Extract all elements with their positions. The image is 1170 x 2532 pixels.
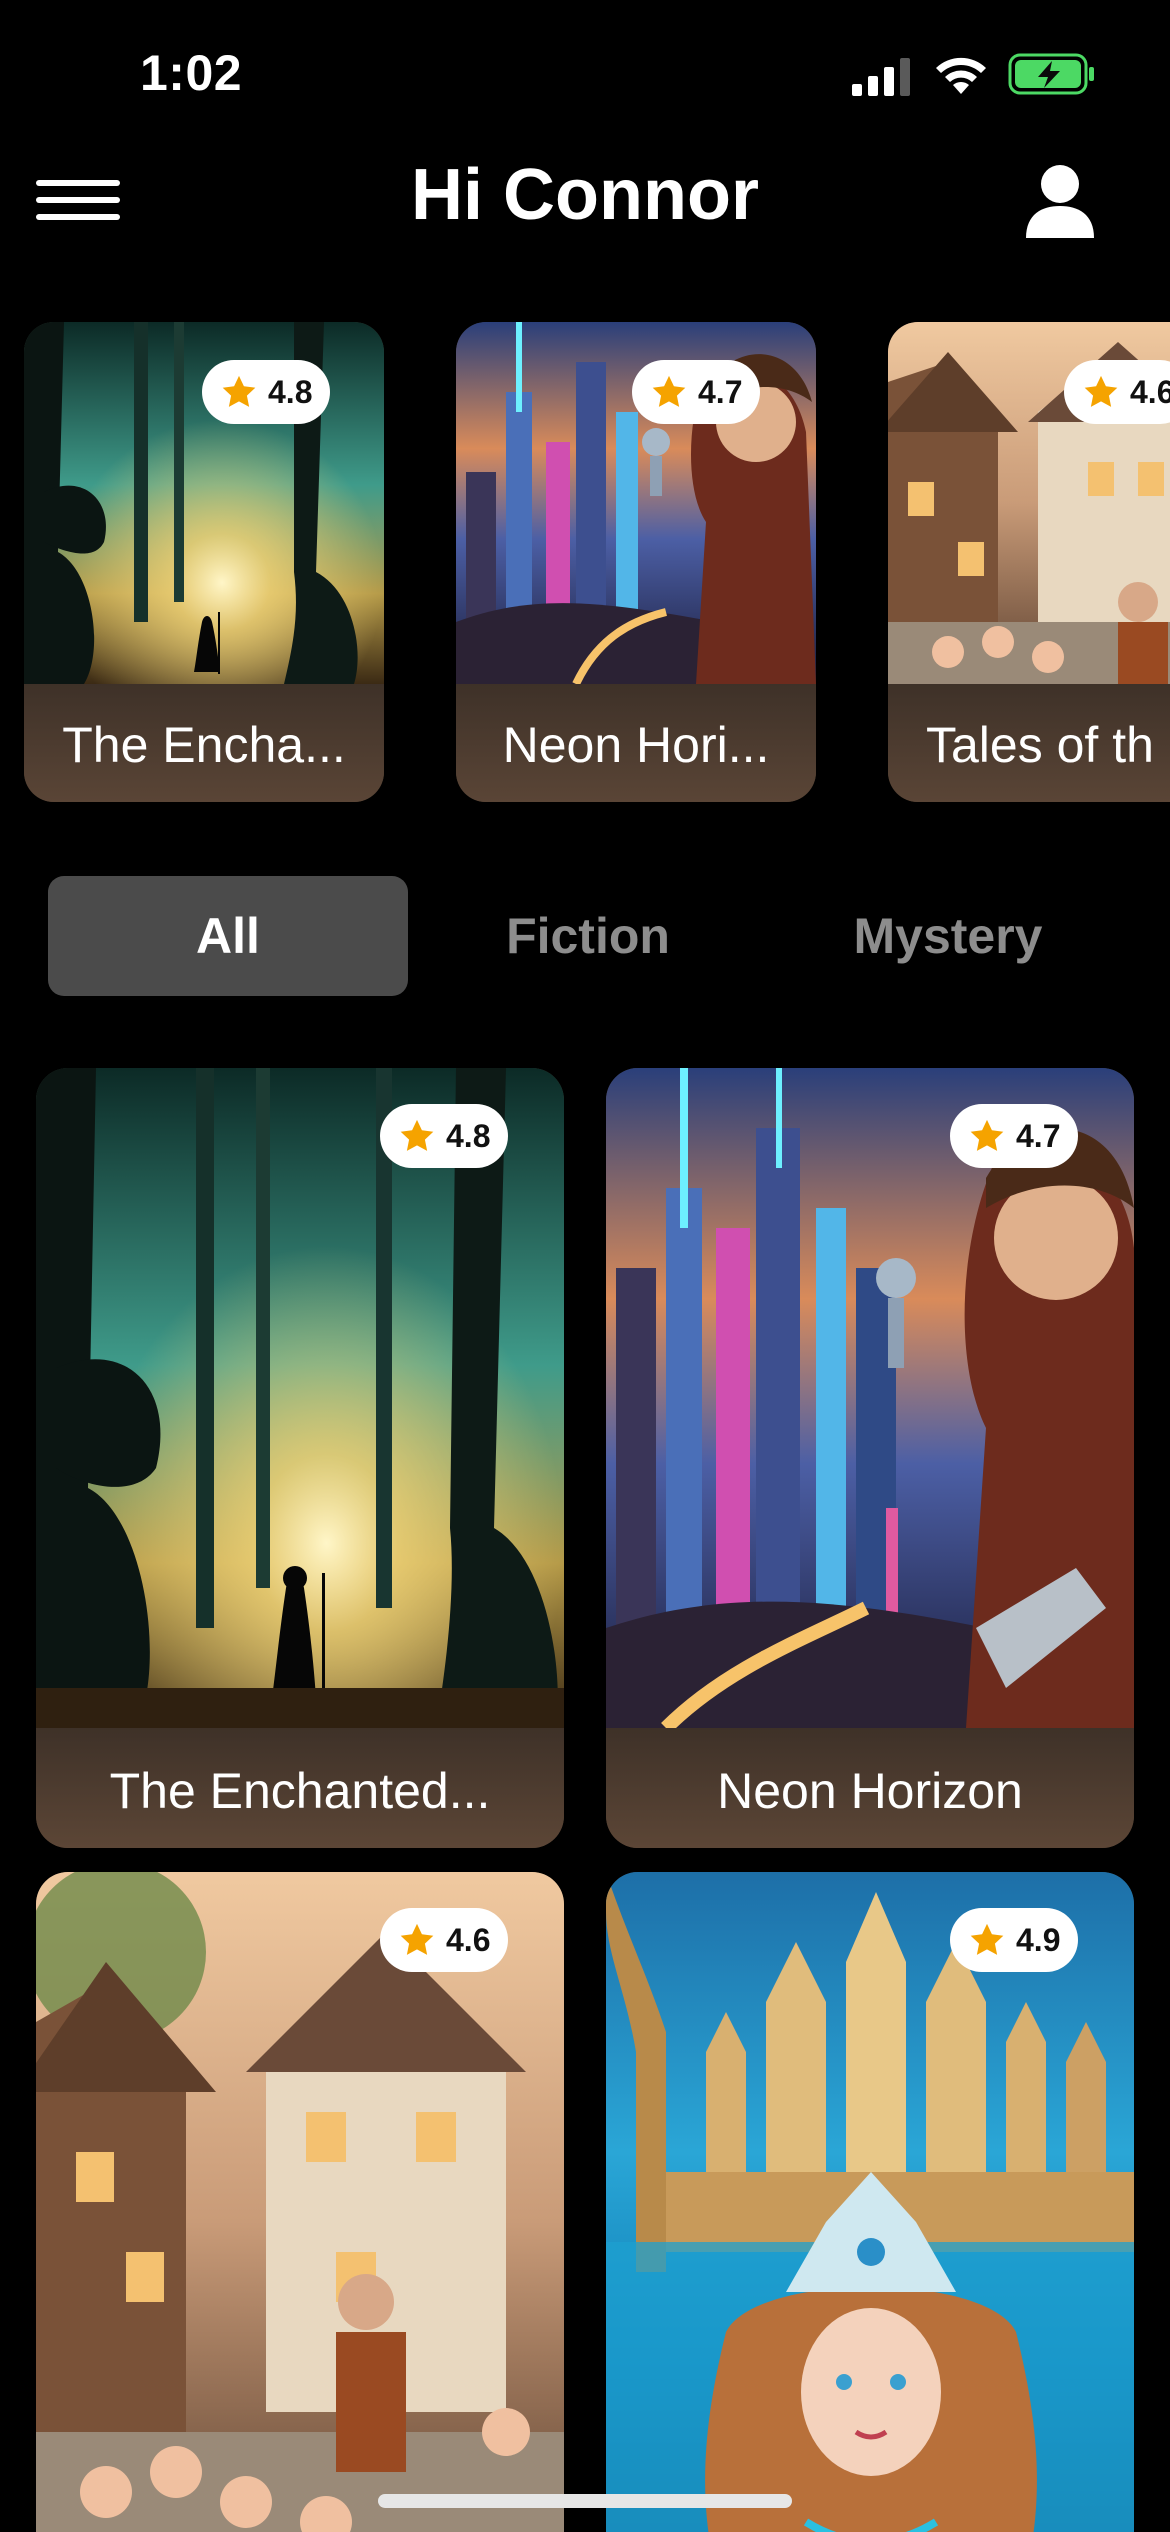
star-icon (650, 373, 688, 411)
tab-label: Fiction (506, 908, 670, 964)
book-title: Tales of th (926, 717, 1154, 773)
star-icon (220, 373, 258, 411)
wifi-icon (936, 57, 986, 94)
book-title-bar: Neon Horizon (606, 1728, 1134, 1848)
rating-badge: 4.7 (632, 360, 761, 424)
rating-badge: 4.8 (380, 1104, 509, 1168)
featured-card[interactable]: 4.6 Tales of th (888, 322, 1170, 802)
featured-carousel[interactable]: 4.8 The Encha... 4.7 Neon Hori... 4.6 Ta… (0, 322, 1170, 802)
signal-bars-icon (852, 58, 910, 96)
rating-value: 4.7 (1016, 1117, 1061, 1154)
greeting-title: Hi Connor (411, 155, 759, 235)
book-card[interactable]: 4.7 Neon Horizon (606, 1068, 1134, 1848)
rating-value: 4.8 (268, 373, 313, 410)
book-title-bar: Tales of th (888, 684, 1170, 802)
battery-charging-icon (1008, 53, 1094, 95)
status-time: 1:02 (140, 45, 243, 101)
book-title-bar: The Enchanted... (36, 1728, 564, 1848)
featured-card[interactable]: 4.7 Neon Hori... (456, 322, 816, 802)
home-indicator[interactable] (378, 2494, 792, 2508)
book-card[interactable]: 4.6 (36, 1872, 564, 2532)
book-title: Neon Hori... (502, 717, 770, 773)
tab-all[interactable]: All (48, 876, 408, 996)
book-title-bar: Neon Hori... (456, 684, 816, 802)
rating-value: 4.6 (446, 1921, 491, 1958)
rating-value: 4.7 (698, 373, 743, 410)
rating-badge: 4.8 (202, 360, 331, 424)
book-title-bar: The Encha... (24, 684, 384, 802)
book-cover-village (36, 1872, 564, 2532)
tab-label: All (196, 908, 260, 964)
book-cover-forest (24, 322, 384, 684)
rating-value: 4.8 (446, 1117, 491, 1154)
rating-badge: 4.7 (950, 1104, 1079, 1168)
user-profile-icon[interactable] (1020, 160, 1100, 240)
book-title: The Enchanted... (109, 1763, 491, 1819)
rating-value: 4.9 (1016, 1921, 1061, 1958)
star-icon (398, 1921, 436, 1959)
star-icon (1082, 373, 1120, 411)
book-cover-forest (36, 1068, 564, 1728)
rating-value: 4.6 (1130, 373, 1170, 410)
status-bar: 1:02 (0, 0, 1170, 150)
rating-badge: 4.6 (1064, 360, 1170, 424)
rating-badge: 4.6 (380, 1908, 509, 1972)
star-icon (968, 1921, 1006, 1959)
tab-fiction[interactable]: Fiction (408, 876, 768, 996)
star-icon (398, 1117, 436, 1155)
book-card[interactable]: 4.8 The Enchanted... (36, 1068, 564, 1848)
book-title: Neon Horizon (717, 1763, 1023, 1819)
featured-card[interactable]: 4.8 The Encha... (24, 322, 384, 802)
tab-mystery[interactable]: Mystery (768, 876, 1128, 996)
category-tabs: All Fiction Mystery (48, 876, 1128, 996)
rating-badge: 4.9 (950, 1908, 1079, 1972)
book-card[interactable]: 4.9 (606, 1872, 1134, 2532)
book-cover-undersea (606, 1872, 1134, 2532)
book-cover-city (606, 1068, 1134, 1728)
tab-label: Mystery (853, 908, 1043, 964)
star-icon (968, 1117, 1006, 1155)
book-title: The Encha... (62, 717, 346, 773)
